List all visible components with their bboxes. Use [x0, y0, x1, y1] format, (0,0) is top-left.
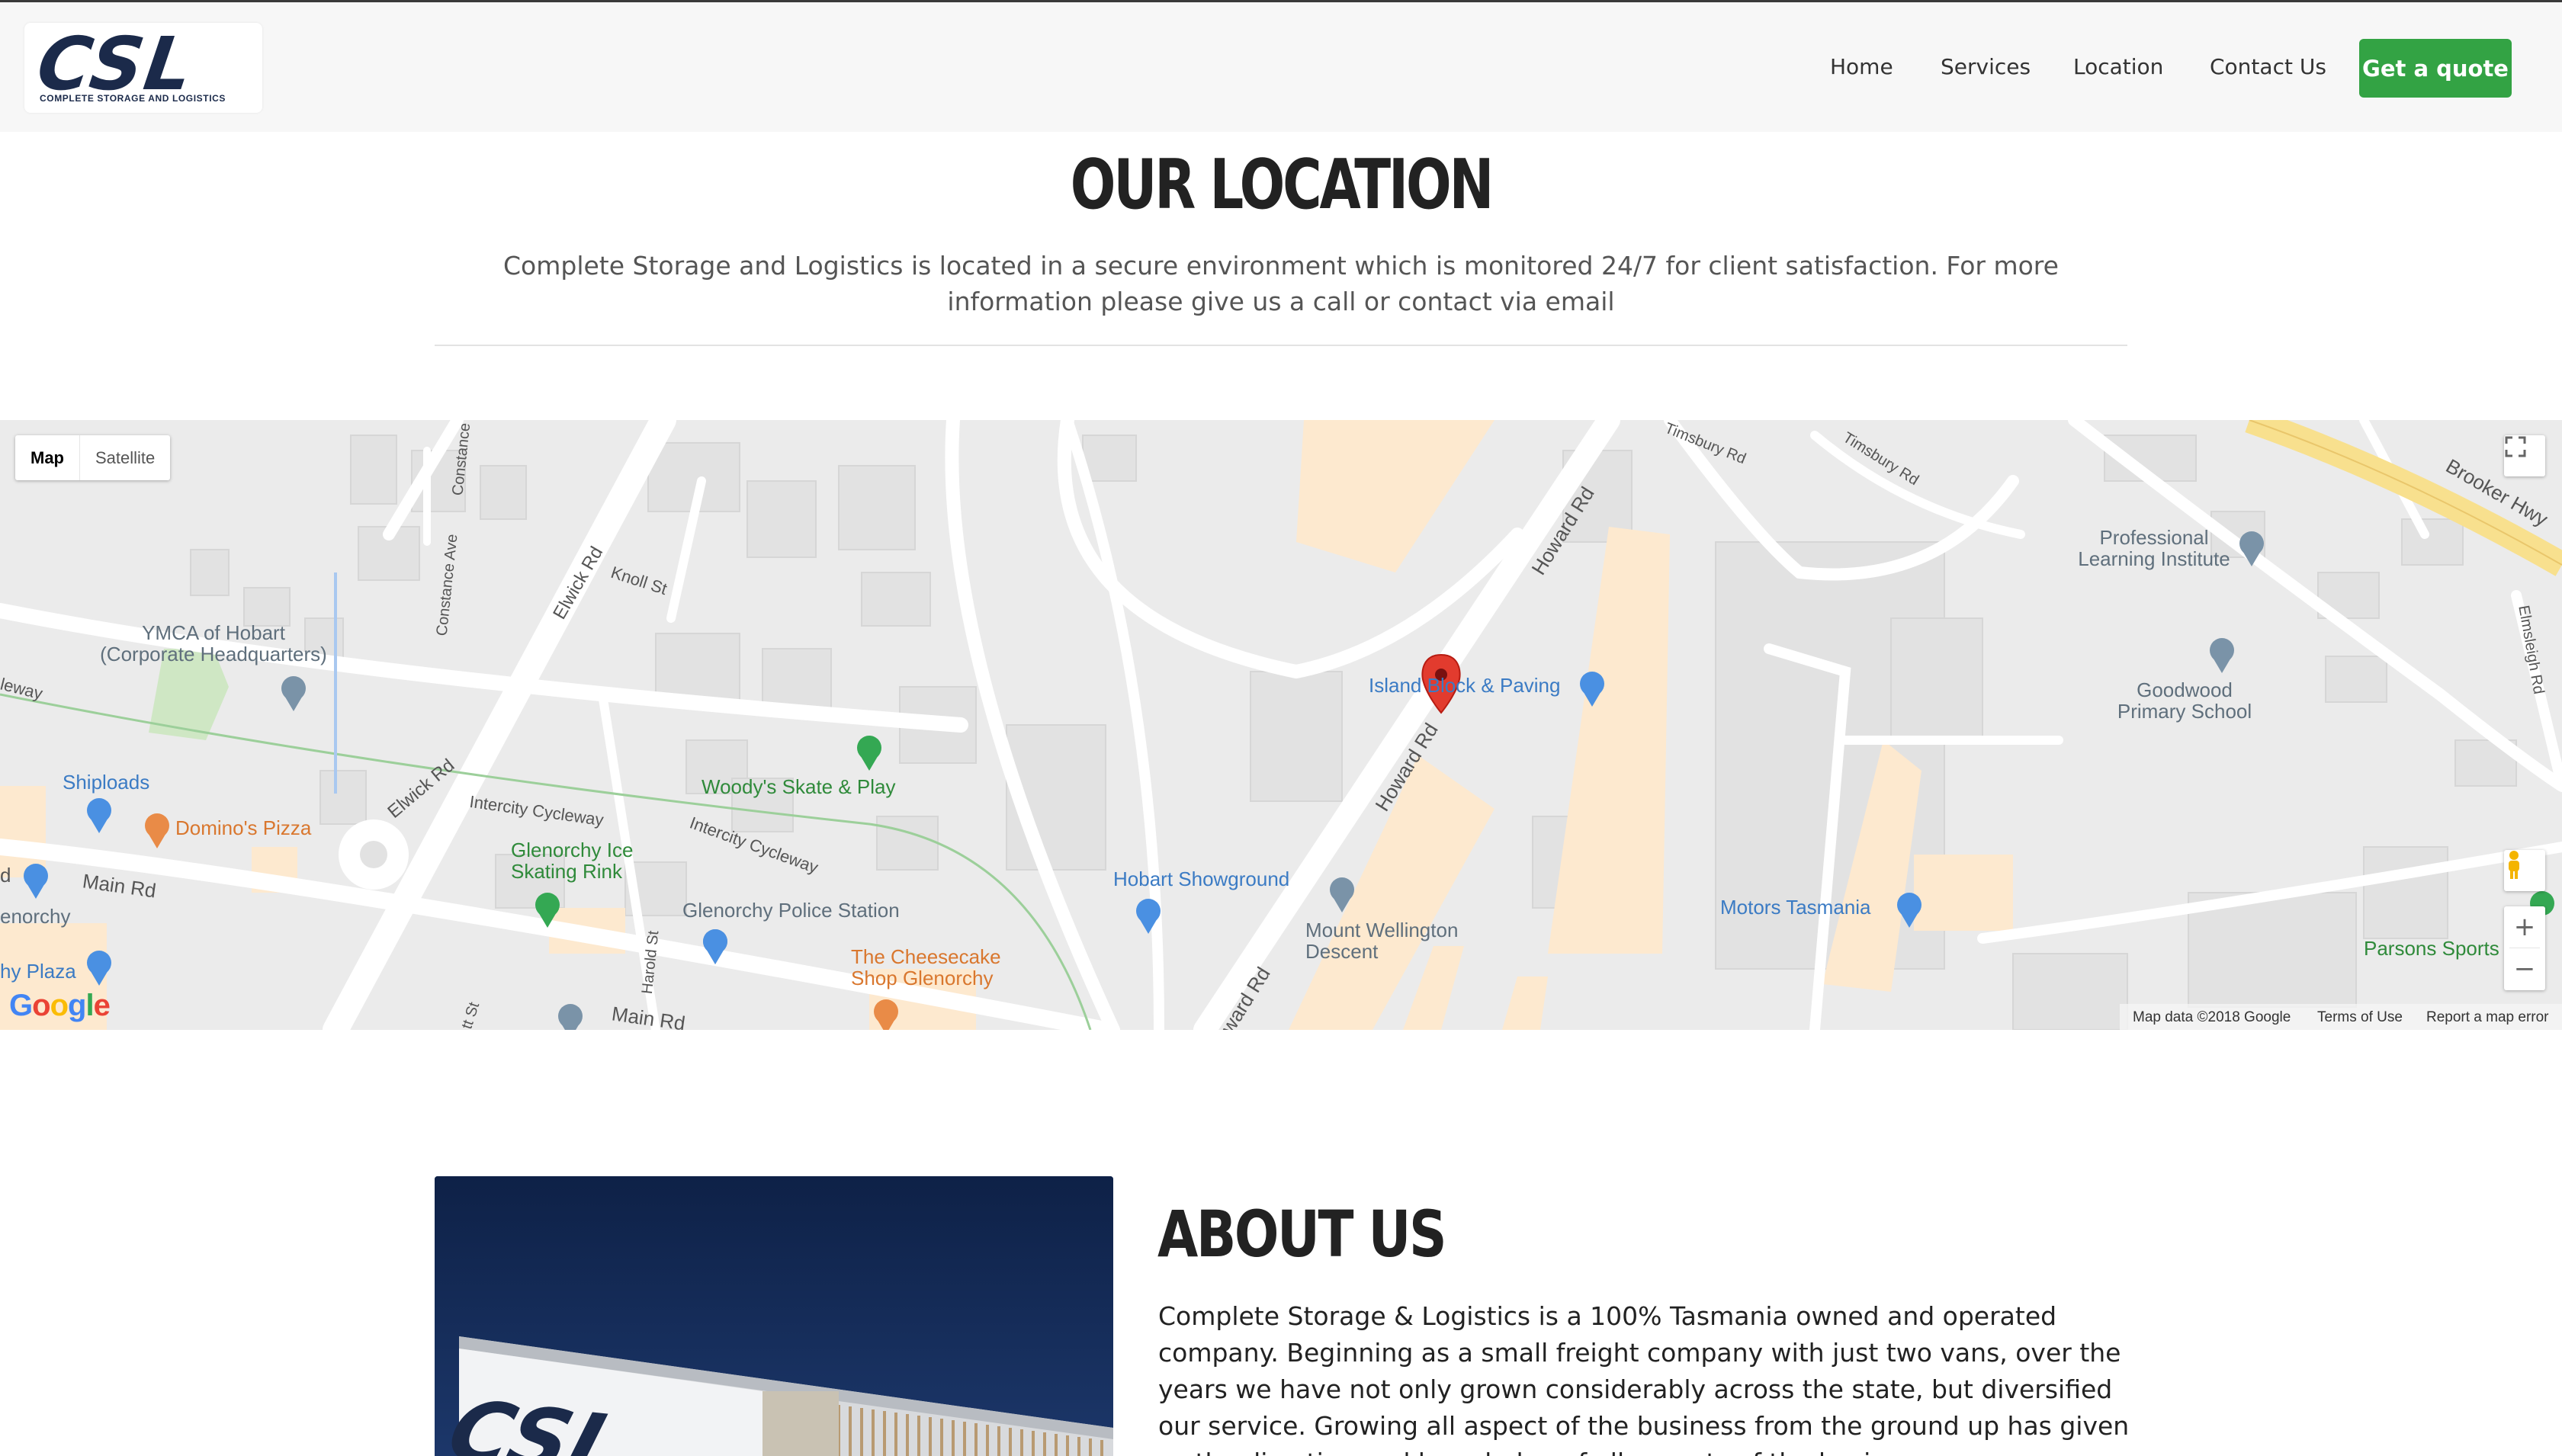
map-label-mount-wellington[interactable]: Mount Wellington Descent [1305, 919, 1458, 962]
nav-location[interactable]: Location [2073, 54, 2163, 79]
map-label-hobart-showground[interactable]: Hobart Showground [1113, 868, 1289, 891]
map-label-cheesecake[interactable]: The Cheesecake Shop Glenorchy [851, 946, 1001, 989]
map-label-glenorchy-ice[interactable]: Glenorchy Ice Skating Rink [511, 839, 633, 882]
logo-mark: CSL [32, 21, 200, 107]
get-a-quote-button[interactable]: Get a quote [2359, 39, 2512, 98]
map-label-parsons[interactable]: Parsons Sports [2364, 937, 2499, 961]
map-label-motors-tasmania[interactable]: Motors Tasmania [1720, 896, 1871, 919]
map-label-dominos[interactable]: Domino's Pizza [175, 816, 311, 840]
map-label-d: d [0, 864, 11, 887]
logo-subtitle: COMPLETE STORAGE AND LOGISTICS [40, 93, 226, 104]
logo[interactable]: CSL COMPLETE STORAGE AND LOGISTICS [24, 21, 262, 113]
map-label-police[interactable]: Glenorchy Police Station [682, 899, 900, 922]
fullscreen-icon[interactable] [2504, 435, 2545, 476]
nav-contact-us[interactable]: Contact Us [2210, 54, 2326, 79]
report-map-error-link[interactable]: Report a map error [2426, 1009, 2549, 1026]
map-label-glenorchy: enorchy [0, 905, 71, 928]
map-type-satellite[interactable]: Satellite [80, 435, 170, 480]
about-photo: CSL [435, 1176, 1113, 1456]
site-header: CSL COMPLETE STORAGE AND LOGISTICS Home … [0, 2, 2562, 132]
map-label-goodwood[interactable]: Goodwood Primary School [2104, 679, 2265, 722]
about-title: ABOUT US [1157, 1197, 1447, 1272]
map-type-toggle[interactable]: Map Satellite [15, 435, 171, 480]
map-attribution: Map data ©2018 Google [2133, 1009, 2291, 1025]
map-label-ymca[interactable]: YMCA of Hobart (Corporate Headquarters) [76, 622, 351, 665]
map-type-map[interactable]: Map [15, 435, 80, 480]
map-canvas[interactable] [0, 420, 2562, 1030]
nav-home[interactable]: Home [1830, 54, 1893, 79]
terms-of-use-link[interactable]: Terms of Use [2317, 1009, 2403, 1026]
about-text: Complete Storage & Logistics is a 100% T… [1158, 1301, 2130, 1456]
nav-services[interactable]: Services [1941, 54, 2031, 79]
map-label-professional[interactable]: Professional Learning Institute [2059, 527, 2249, 569]
zoom-out-button[interactable]: − [2514, 948, 2536, 990]
map-label-plaza: hy Plaza [0, 960, 76, 983]
location-description: Complete Storage and Logistics is locate… [503, 251, 2059, 316]
location-title: OUR LOCATION [1070, 145, 1494, 225]
google-map[interactable]: YMCA of Hobart (Corporate Headquarters) … [0, 420, 2562, 1030]
google-logo[interactable]: Google [9, 989, 111, 1023]
street-view-pegman-icon[interactable] [2504, 850, 2545, 891]
map-label-island-block[interactable]: Island Block & Paving [1369, 674, 1560, 698]
zoom-in-button[interactable]: + [2509, 906, 2540, 948]
section-divider [435, 345, 2127, 346]
zoom-controls: + − [2504, 906, 2545, 990]
map-label-woodys[interactable]: Woody's Skate & Play [702, 775, 896, 799]
map-label-shiploads[interactable]: Shiploads [63, 771, 149, 794]
